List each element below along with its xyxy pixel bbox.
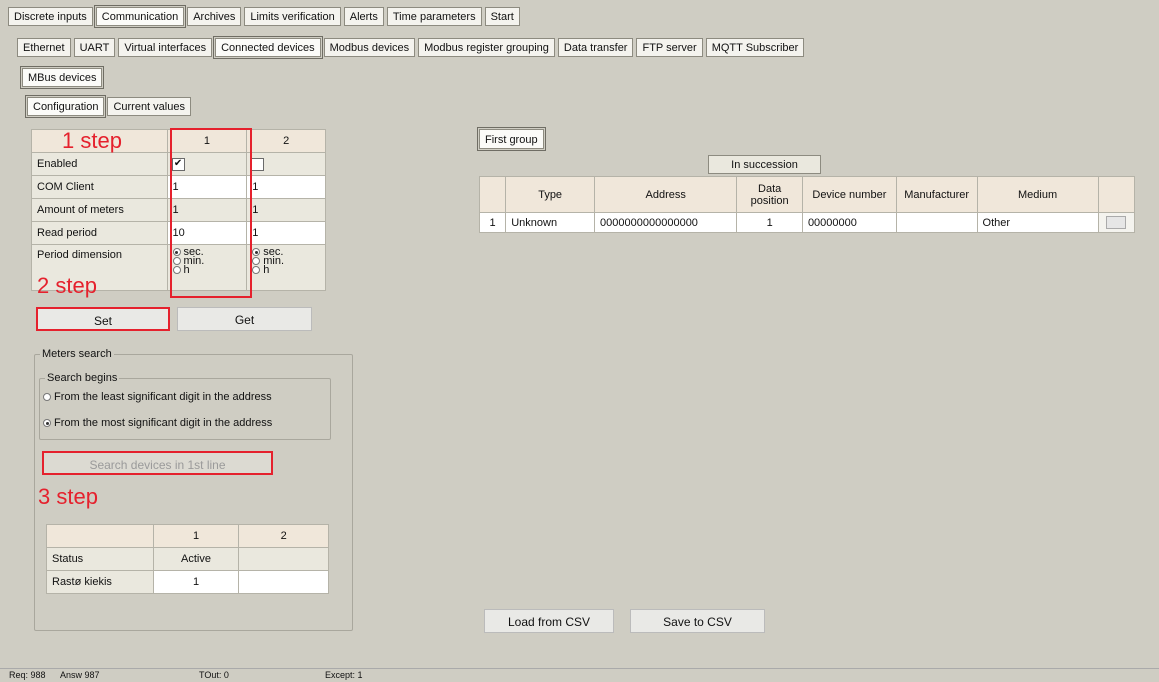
col-device-number-header: Device number bbox=[801, 176, 897, 213]
least-significant-radio[interactable]: From the least significant digit in the … bbox=[43, 391, 272, 403]
tab-start[interactable]: Start bbox=[484, 7, 520, 26]
status-col-2-header: 2 bbox=[238, 524, 329, 548]
table-row[interactable]: 1 Unknown 0000000000000000 1 00000000 Ot… bbox=[478, 212, 1136, 233]
row-address[interactable]: 0000000000000000 bbox=[594, 212, 738, 233]
tab-configuration[interactable]: Configuration bbox=[24, 95, 107, 118]
enabled-label: Enabled bbox=[31, 152, 168, 176]
com-client-label: COM Client bbox=[31, 175, 168, 199]
status-value-1: Active bbox=[152, 547, 240, 571]
row-type[interactable]: Unknown bbox=[505, 212, 596, 233]
load-from-csv-button[interactable]: Load from CSV bbox=[484, 609, 614, 633]
tab-ftp-server[interactable]: FTP server bbox=[636, 38, 703, 57]
col-type-header: Type bbox=[505, 176, 596, 213]
tab-mbus-devices[interactable]: MBus devices bbox=[19, 66, 105, 89]
tab-virtual-interfaces[interactable]: Virtual interfaces bbox=[118, 38, 213, 57]
com-client-field-2[interactable]: 1 bbox=[246, 175, 326, 199]
config-tab-bar: Configuration Current values bbox=[24, 95, 191, 118]
row-number: 1 bbox=[478, 212, 507, 233]
row-data-position[interactable]: 1 bbox=[736, 212, 803, 233]
step3-annotation: 3 step bbox=[38, 484, 98, 509]
period-dimension-radios-2: sec. min. h bbox=[246, 244, 326, 291]
tab-current-values[interactable]: Current values bbox=[107, 97, 191, 116]
tab-alerts[interactable]: Alerts bbox=[343, 7, 384, 26]
h-radio-2[interactable]: h bbox=[252, 265, 320, 276]
tab-archives[interactable]: Archives bbox=[187, 7, 242, 26]
enabled-checkbox-2[interactable] bbox=[251, 157, 265, 171]
device-type-tab-bar: MBus devices bbox=[19, 66, 105, 89]
tab-data-transfer[interactable]: Data transfer bbox=[557, 38, 634, 57]
step2-annotation: 2 step bbox=[37, 273, 97, 298]
communication-tab-bar: Ethernet UART Virtual interfaces Connect… bbox=[17, 36, 805, 59]
answ-counter: Answ 987 bbox=[60, 670, 100, 680]
status-label: Status bbox=[46, 547, 154, 571]
read-period-label: Read period bbox=[31, 221, 168, 245]
row-action-button[interactable] bbox=[1106, 216, 1127, 229]
req-counter: Req: 988 bbox=[9, 670, 46, 680]
tab-mqtt-subscriber[interactable]: MQTT Subscriber bbox=[705, 38, 805, 57]
step1-highlight bbox=[170, 128, 252, 298]
search-devices-button[interactable]: Search devices in 1st line bbox=[42, 451, 273, 475]
save-to-csv-button[interactable]: Save to CSV bbox=[630, 609, 765, 633]
except-counter: Except: 1 bbox=[325, 670, 363, 680]
radio-icon bbox=[43, 393, 51, 402]
amount-of-meters-value-2: 1 bbox=[246, 198, 326, 222]
tab-limits-verification[interactable]: Limits verification bbox=[244, 7, 341, 26]
tout-counter: TOut: 0 bbox=[199, 670, 229, 680]
status-bar: Req: 988 Answ 987 TOut: 0 Except: 1 bbox=[0, 668, 1159, 682]
search-begins-group bbox=[39, 378, 331, 440]
set-button[interactable]: Set bbox=[36, 307, 170, 331]
col-address-header: Address bbox=[594, 176, 738, 213]
amount-of-meters-label: Amount of meters bbox=[31, 198, 168, 222]
status-table: 1 2 Status Active Rastø kiekis 1 bbox=[46, 524, 329, 594]
tab-communication[interactable]: Communication bbox=[93, 5, 187, 28]
most-significant-radio[interactable]: From the most significant digit in the a… bbox=[43, 417, 272, 429]
devices-table: Type Address Data position Device number… bbox=[478, 176, 1136, 233]
row-manufacturer[interactable] bbox=[895, 212, 978, 233]
tab-ethernet[interactable]: Ethernet bbox=[17, 38, 71, 57]
in-succession-header: In succession bbox=[708, 155, 821, 174]
tab-uart[interactable]: UART bbox=[73, 38, 116, 57]
tab-first-group[interactable]: First group bbox=[477, 127, 546, 151]
status-col-1-header: 1 bbox=[152, 524, 240, 548]
search-begins-title: Search begins bbox=[45, 372, 120, 384]
col-medium-header: Medium bbox=[976, 176, 1099, 213]
found-count-value-1: 1 bbox=[152, 570, 240, 594]
col-manufacturer-header: Manufacturer bbox=[895, 176, 978, 213]
tab-time-parameters[interactable]: Time parameters bbox=[386, 7, 482, 26]
tab-modbus-register-grouping[interactable]: Modbus register grouping bbox=[418, 38, 555, 57]
tab-modbus-devices[interactable]: Modbus devices bbox=[323, 38, 416, 57]
status-value-2 bbox=[238, 547, 329, 571]
col-data-position-header: Data position bbox=[736, 176, 803, 213]
row-device-number[interactable]: 00000000 bbox=[801, 212, 897, 233]
read-period-field-2[interactable]: 1 bbox=[246, 221, 326, 245]
row-medium[interactable]: Other bbox=[976, 212, 1099, 233]
found-count-label: Rastø kiekis bbox=[46, 570, 154, 594]
tab-connected-devices[interactable]: Connected devices bbox=[213, 36, 323, 59]
step1-annotation: 1 step bbox=[62, 128, 122, 153]
get-button[interactable]: Get bbox=[177, 307, 312, 331]
main-tab-bar: Discrete inputs Communication Archives L… bbox=[8, 5, 520, 28]
meters-search-title: Meters search bbox=[40, 348, 114, 360]
tab-discrete-inputs[interactable]: Discrete inputs bbox=[8, 7, 93, 26]
found-count-value-2 bbox=[238, 570, 329, 594]
radio-selected-icon bbox=[43, 419, 51, 428]
config-col-2-header: 2 bbox=[246, 129, 326, 153]
